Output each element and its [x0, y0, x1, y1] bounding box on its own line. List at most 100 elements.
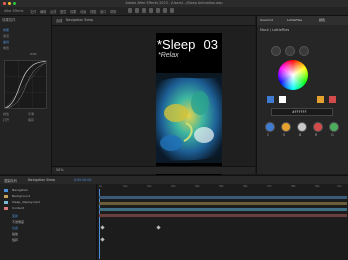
layer-bar[interactable]	[99, 202, 347, 205]
channel-b-knob[interactable]	[297, 122, 307, 132]
menu-item[interactable]: 文件	[30, 9, 36, 14]
selection-tool-icon[interactable]	[128, 8, 132, 13]
swatch-primary[interactable]	[267, 96, 274, 103]
layer-row[interactable]: Background	[0, 194, 96, 199]
curve-save-button[interactable]: 保存	[28, 118, 34, 122]
property-row[interactable]: 变换	[0, 214, 96, 219]
text-tool-icon[interactable]	[163, 8, 167, 13]
property-row[interactable]: 缩放	[0, 232, 96, 237]
eyedropper-icon[interactable]	[271, 46, 281, 56]
right-tab-bar: Overlord LottieFiles 颜色	[257, 16, 348, 25]
window-title: Adobe After Effects 2023 - /Users/.../Sl…	[125, 1, 223, 5]
tab-overlord[interactable]: Overlord	[260, 18, 273, 22]
channel-r-knob[interactable]	[313, 122, 323, 132]
layer-color-swatch	[4, 207, 8, 210]
swatch-orange[interactable]	[317, 96, 324, 103]
menu-item[interactable]: 图层	[60, 9, 66, 14]
section-title: Mock / LottieFiles	[260, 28, 290, 32]
channel-g-knob[interactable]	[329, 122, 339, 132]
curve-linear-button[interactable]: 线性	[3, 112, 9, 116]
playhead[interactable]	[99, 189, 100, 259]
layer-name: Content	[12, 206, 24, 210]
title-bar: Adobe After Effects 2023 - /Users/.../Sl…	[0, 0, 348, 7]
channel-label: 通道	[3, 34, 10, 38]
palette-icon[interactable]	[299, 46, 309, 56]
color-wheel[interactable]	[278, 60, 308, 90]
property-row[interactable]: 不透明度	[0, 220, 96, 225]
phone-number: 03	[203, 37, 218, 52]
menu-item[interactable]: 窗口	[100, 9, 106, 14]
layer-bar[interactable]	[99, 214, 347, 217]
reset-link[interactable]: 重置	[3, 46, 9, 50]
tab-timeline-comp[interactable]: Navigation Sleep	[28, 178, 55, 182]
channel-select[interactable]: RGB	[30, 52, 36, 56]
keyframe-icon[interactable]	[156, 225, 161, 230]
property-name: 旋转	[12, 238, 19, 242]
menu-item[interactable]: 效果	[70, 9, 76, 14]
channel-c-knob[interactable]	[265, 122, 275, 132]
ruler-tick: 10s	[337, 185, 342, 188]
swatch-red[interactable]	[329, 96, 336, 103]
property-name: 位置	[12, 226, 19, 230]
layer-bar[interactable]	[99, 208, 347, 211]
property-name: 变换	[12, 214, 19, 218]
channel-s-knob[interactable]	[281, 122, 291, 132]
menu-item[interactable]: 合成	[50, 9, 56, 14]
ruler-tick: 08s	[291, 185, 296, 188]
menu-item[interactable]: 帮助	[110, 9, 116, 14]
liquid-art-image	[156, 73, 222, 163]
curve-open-button[interactable]: 打开	[3, 118, 9, 122]
layer-row[interactable]: Content	[0, 206, 96, 211]
tab-color[interactable]: 颜色	[319, 18, 325, 22]
viewer-controls: 50%	[52, 166, 255, 174]
panel-title: 效果控件	[2, 18, 16, 22]
keyframe-icon[interactable]	[100, 237, 105, 242]
ruler-tick: 05s	[219, 185, 224, 188]
brush-tool-icon[interactable]	[170, 8, 174, 13]
property-row[interactable]: 旋转	[0, 238, 96, 243]
gradient-icon[interactable]	[285, 46, 295, 56]
zoom-tool-icon[interactable]	[142, 8, 146, 13]
tab-composition[interactable]: 合成	[56, 18, 62, 23]
timeline-track-area[interactable]: 0s 01s 02s 03s 04s 05s 06s 07s 08s 09s 1…	[97, 184, 348, 260]
control-label: G	[331, 133, 334, 137]
phone-title: *Sleep	[157, 37, 196, 52]
composition-viewer: 合成 Navigation Sleep *Sleep 03 *Relax <	[52, 16, 255, 175]
hand-tool-icon[interactable]	[135, 8, 139, 13]
tab-render-queue[interactable]: 渲染队列	[4, 178, 17, 183]
property-name: 缩放	[12, 232, 19, 236]
curves-graph[interactable]	[4, 60, 47, 109]
layer-color-swatch	[4, 189, 8, 192]
ruler-tick: 09s	[315, 185, 320, 188]
zoom-level[interactable]: 50%	[56, 168, 64, 172]
tab-lottiefiles[interactable]: LottieFiles	[287, 18, 302, 22]
curves-label[interactable]: 曲线	[3, 40, 9, 44]
effect-controls-panel: 效果控件 效果 通道 曲线 重置 RGB 线性 平滑 打开 保存	[0, 16, 52, 174]
hex-value: #FFFFFF	[292, 110, 307, 114]
color-panel: Overlord LottieFiles 颜色 Mock / LottieFil…	[256, 16, 348, 174]
curve-smooth-button[interactable]: 平滑	[28, 112, 34, 116]
menu-item[interactable]: 编辑	[40, 9, 46, 14]
ruler-tick: 0s	[99, 185, 103, 188]
timecode[interactable]: 0:00:00:00	[74, 178, 91, 182]
swatch-white[interactable]	[279, 96, 286, 103]
property-row[interactable]: 位置	[0, 226, 96, 231]
layer-bar[interactable]	[99, 196, 347, 199]
keyframe-icon[interactable]	[100, 225, 105, 230]
menu-item[interactable]: 动画	[80, 9, 86, 14]
phone-artboard: *Sleep 03 *Relax < 返回	[156, 33, 222, 175]
effect-label[interactable]: 效果	[3, 28, 9, 32]
ruler-tick: 06s	[243, 185, 248, 188]
hex-field[interactable]: #FFFFFF	[271, 108, 333, 116]
ruler-tick: 01s	[123, 185, 128, 188]
pen-tool-icon[interactable]	[156, 8, 160, 13]
layer-name: Background	[12, 194, 30, 198]
rotate-tool-icon[interactable]	[149, 8, 153, 13]
menu-item[interactable]: After Effects	[4, 9, 24, 13]
tab-navigation-sleep[interactable]: Navigation Sleep	[66, 18, 93, 22]
layer-row[interactable]: Sleep_display.mp4	[0, 200, 96, 205]
layer-row[interactable]: Navigation	[0, 188, 96, 193]
curves-chart	[4, 60, 47, 109]
menu-item[interactable]: 视图	[90, 9, 96, 14]
viewer-tab-bar: 合成 Navigation Sleep	[52, 16, 255, 26]
